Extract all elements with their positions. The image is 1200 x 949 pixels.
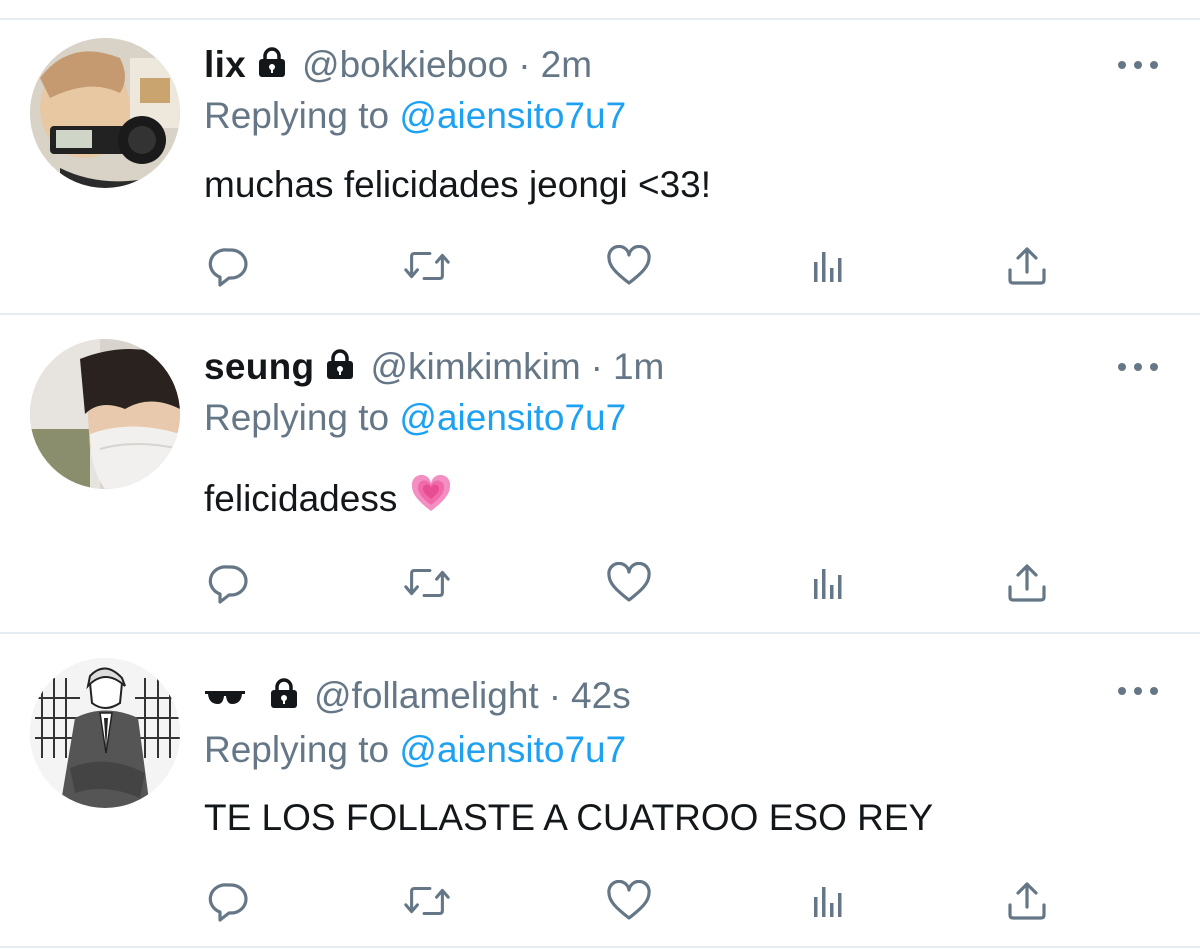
more-options-icon[interactable] [1118, 357, 1158, 377]
analytics-icon[interactable] [803, 241, 853, 291]
tweet-text: muchas felicidades jeongi <33! [204, 164, 712, 205]
like-icon[interactable] [604, 241, 654, 291]
tweet-divider [0, 632, 1200, 634]
like-icon[interactable] [604, 876, 654, 926]
growing-heart-icon [411, 474, 451, 522]
more-options-icon[interactable] [1118, 55, 1158, 75]
reply-mention-link[interactable]: @aiensito7u7 [399, 729, 626, 770]
separator-dot: · [518, 44, 531, 85]
timestamp[interactable]: 42s [571, 675, 631, 717]
analytics-icon[interactable] [803, 876, 853, 926]
separator-dot: · [548, 675, 562, 716]
replying-to: Replying to @aiensito7u7 [204, 397, 626, 439]
reply-mention-link[interactable]: @aiensito7u7 [399, 95, 626, 136]
tweet-text: felicidadess [204, 477, 398, 519]
lock-icon [256, 44, 288, 86]
sunglasses-icon [204, 675, 246, 717]
tweet-header: @follamelight · 42s [204, 673, 631, 719]
analytics-icon[interactable] [803, 558, 853, 608]
retweet-icon[interactable] [402, 876, 452, 926]
separator-dot: · [590, 346, 603, 387]
tweet-actions [0, 558, 1200, 608]
avatar-seung[interactable] [30, 339, 180, 489]
like-icon[interactable] [604, 558, 654, 608]
tweet-header: lix @bokkieboo · 2m [204, 42, 592, 88]
user-handle[interactable]: @kimkimkim [370, 346, 580, 388]
tweet-text-container: felicidadess [204, 474, 451, 522]
retweet-icon[interactable] [402, 558, 452, 608]
replying-to-label: Replying to [204, 95, 390, 136]
reply-icon[interactable] [204, 241, 254, 291]
top-divider [0, 18, 1200, 20]
replying-to-label: Replying to [204, 729, 390, 770]
more-options-icon[interactable] [1118, 681, 1158, 701]
share-icon[interactable] [1002, 558, 1052, 608]
replying-to: Replying to @aiensito7u7 [204, 95, 626, 137]
tweet-divider [0, 313, 1200, 315]
bottom-divider [0, 946, 1200, 948]
tweet-actions [0, 876, 1200, 926]
reply-icon[interactable] [204, 876, 254, 926]
lock-icon [324, 346, 356, 388]
retweet-icon[interactable] [402, 241, 452, 291]
tweet-actions [0, 241, 1200, 291]
timestamp[interactable]: 2m [541, 44, 592, 86]
lock-icon [268, 675, 300, 717]
user-handle[interactable]: @bokkieboo [302, 44, 508, 86]
display-name[interactable]: seung [204, 346, 314, 388]
timestamp[interactable]: 1m [613, 346, 664, 388]
avatar-follamelight[interactable] [30, 658, 180, 808]
display-name[interactable]: lix [204, 44, 246, 86]
reply-icon[interactable] [204, 558, 254, 608]
share-icon[interactable] [1002, 876, 1052, 926]
replying-to-label: Replying to [204, 397, 390, 438]
reply-mention-link[interactable]: @aiensito7u7 [399, 397, 626, 438]
avatar-lix[interactable] [30, 38, 180, 188]
share-icon[interactable] [1002, 241, 1052, 291]
tweet-text: TE LOS FOLLASTE A CUATROO ESO REY [204, 797, 934, 838]
user-handle[interactable]: @follamelight [314, 675, 539, 717]
tweet-header: seung @kimkimkim · 1m [204, 344, 664, 390]
replying-to: Replying to @aiensito7u7 [204, 729, 626, 771]
